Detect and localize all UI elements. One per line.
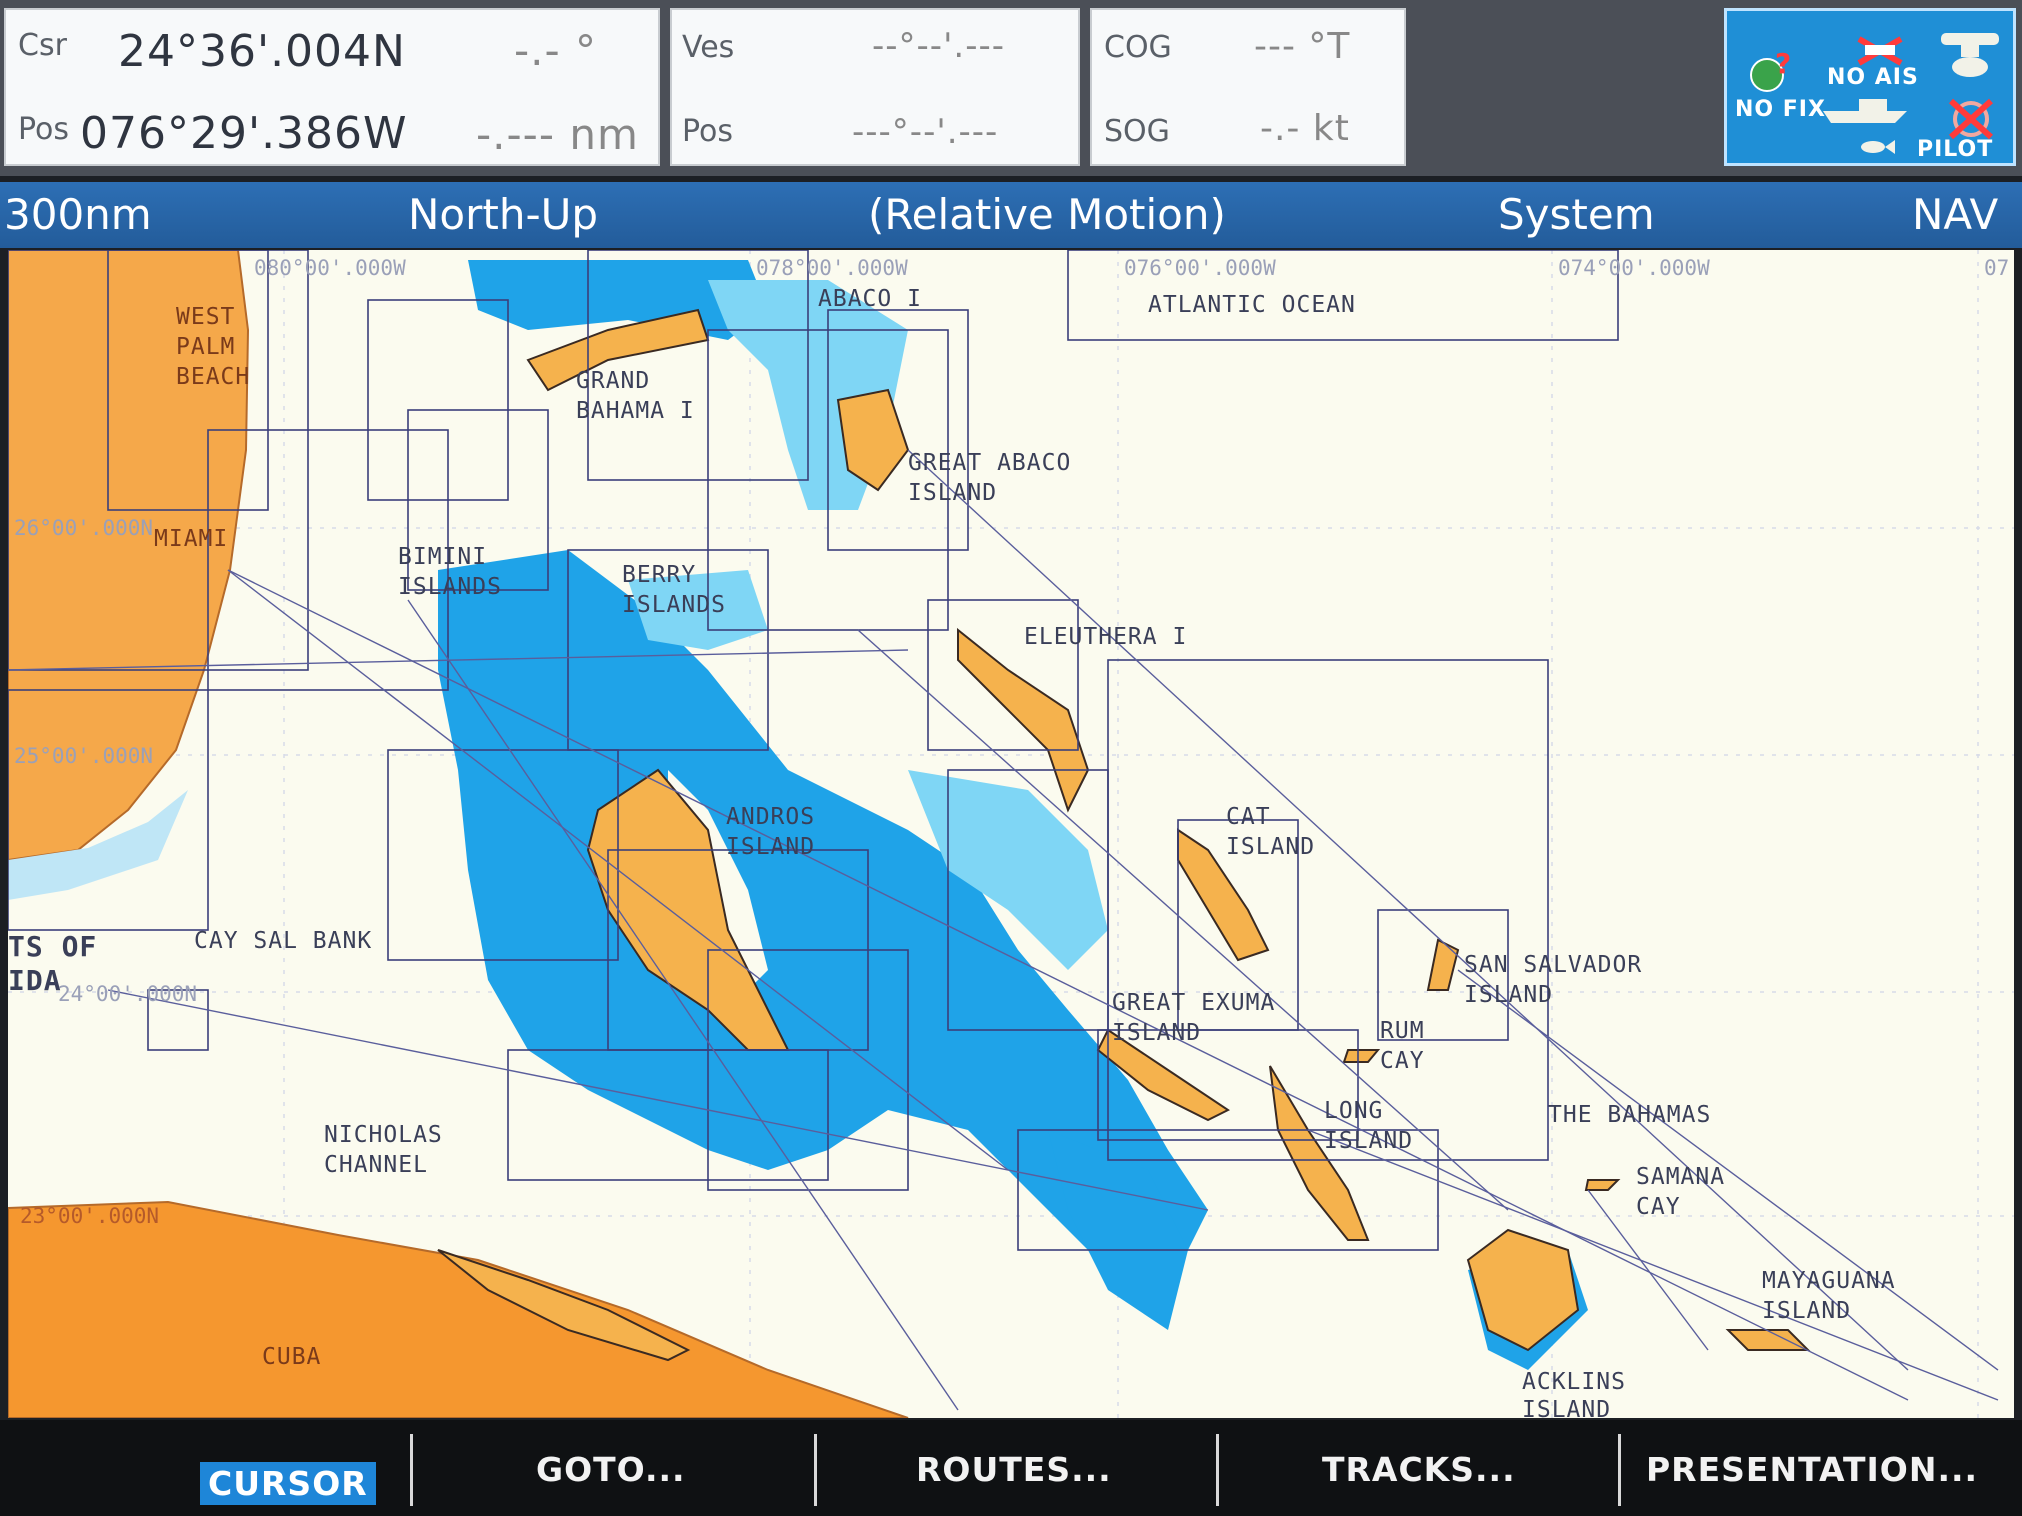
- rum-cay: [1342, 1049, 1381, 1063]
- lon-label-74: 074°00'.000W: [1558, 256, 1710, 280]
- lon-label-76: 076°00'.000W: [1124, 256, 1276, 280]
- datum-system: System: [1498, 190, 1655, 239]
- label-cat-island: CAT ISLAND: [1226, 804, 1316, 860]
- label-west-palm-beach: WEST PALM BEACH: [176, 304, 251, 390]
- satellite-icon: ?: [1750, 51, 1791, 92]
- vessel-longitude: ---°--'.---: [852, 112, 999, 152]
- vpos-label: Pos: [682, 114, 734, 149]
- top-data-bar: Csr 24°36'.004N -.- ° Pos 076°29'.386W -…: [0, 0, 2022, 176]
- tracks-softkey[interactable]: TRACKS...: [1322, 1450, 1516, 1489]
- no-ais-label: NO AIS: [1827, 65, 1919, 90]
- label-grand-bahama: GRAND BAHAMA I: [576, 368, 695, 424]
- chart-drawing[interactable]: [8, 250, 2014, 1418]
- cursor-softkey[interactable]: CURSOR: [200, 1462, 376, 1505]
- san-salvador-island: [1426, 938, 1460, 991]
- cursor-latitude: 24°36'.004N: [118, 26, 406, 77]
- orientation-mode[interactable]: North-Up: [408, 190, 598, 239]
- nav-mode: NAV: [1912, 190, 1999, 239]
- label-bimini: BIMINI ISLANDS: [398, 544, 502, 600]
- label-berry-islands: BERRY ISLANDS: [622, 562, 726, 618]
- chart-status-bar: 300nm North-Up (Relative Motion) System …: [0, 182, 2022, 248]
- label-great-exuma: GREAT EXUMA ISLAND: [1112, 990, 1276, 1046]
- no-fix-label: NO FIX: [1735, 97, 1826, 122]
- cursor-longitude: 076°29'.386W: [80, 108, 408, 159]
- sog-value: -.- kt: [1260, 108, 1350, 149]
- ves-label: Ves: [682, 30, 735, 65]
- lon-label-78: 078°00'.000W: [756, 256, 908, 280]
- boat-icon: [1823, 99, 1907, 123]
- label-samana-cay: SAMANA CAY: [1636, 1164, 1726, 1220]
- label-cay-sal-bank: CAY SAL BANK: [194, 928, 373, 954]
- label-abaco: ABACO I: [818, 286, 922, 312]
- label-mayaguana: MAYAGUANA ISLAND: [1762, 1268, 1896, 1324]
- csr-label: Csr: [18, 28, 67, 63]
- cog-sog-panel[interactable]: COG --- °T SOG -.- kt: [1090, 8, 1406, 166]
- mayaguana-island: [1725, 1329, 1811, 1351]
- cursor-range: -.--- nm: [476, 110, 639, 159]
- cog-label: COG: [1104, 30, 1172, 65]
- cursor-bearing: -.- °: [514, 26, 598, 75]
- svg-text:?: ?: [1775, 51, 1791, 80]
- label-rum-cay: RUM CAY: [1380, 1018, 1425, 1074]
- vessel-latitude: --°--'.---: [872, 26, 1006, 66]
- label-cuba: CUBA: [262, 1344, 322, 1370]
- radar-icon: [1941, 33, 1999, 77]
- label-nicholas-channel: NICHOLAS CHANNEL: [324, 1122, 443, 1178]
- range-indicator[interactable]: 300nm: [4, 190, 152, 239]
- softkey-bar: CURSOR GOTO... ROUTES... TRACKS... PRESE…: [0, 1420, 2022, 1516]
- pos-label: Pos: [18, 112, 70, 147]
- vessel-position-panel[interactable]: Ves --°--'.--- Pos ---°--'.---: [670, 8, 1080, 166]
- cog-value: --- °T: [1254, 26, 1351, 67]
- label-eleuthera: ELEUTHERA I: [1024, 624, 1188, 650]
- chart-map[interactable]: 080°00'.000W 078°00'.000W 076°00'.000W 0…: [8, 250, 2014, 1418]
- label-atlantic-ocean: ATLANTIC OCEAN: [1148, 292, 1356, 318]
- label-andros: ANDROS ISLAND: [726, 804, 816, 860]
- lon-label-80: 080°00'.000W: [254, 256, 406, 280]
- softkey-divider: [1618, 1434, 1621, 1506]
- goto-softkey[interactable]: GOTO...: [536, 1450, 686, 1489]
- sog-label: SOG: [1104, 114, 1170, 149]
- samana-cay: [1584, 1179, 1621, 1191]
- softkey-divider: [410, 1434, 413, 1506]
- lon-label-72: 07: [1984, 256, 2010, 280]
- status-icons-panel[interactable]: ? NO FIX NO AIS PILOT: [1724, 8, 2016, 166]
- motion-mode[interactable]: (Relative Motion): [868, 190, 1226, 239]
- lat-label-23: 23°00'.000N: [20, 1204, 160, 1228]
- routes-softkey[interactable]: ROUTES...: [916, 1450, 1112, 1489]
- label-great-abaco: GREAT ABACO ISLAND: [908, 450, 1072, 506]
- label-straits-of-florida: TS OF IDA: [8, 930, 98, 997]
- softkey-divider: [1216, 1434, 1219, 1506]
- label-san-salvador: SAN SALVADOR ISLAND: [1464, 952, 1643, 1008]
- cuba-landmass: [8, 1200, 909, 1418]
- label-long-island: LONG ISLAND: [1324, 1098, 1414, 1154]
- lat-label-26: 26°00'.000N: [14, 516, 154, 540]
- pilot-label: PILOT: [1917, 137, 1994, 162]
- cursor-position-panel[interactable]: Csr 24°36'.004N -.- ° Pos 076°29'.386W -…: [4, 8, 660, 166]
- label-acklins: ACKLINS ISLAND: [1522, 1369, 1626, 1418]
- presentation-softkey[interactable]: PRESENTATION...: [1646, 1450, 1978, 1489]
- label-the-bahamas: THE BAHAMAS: [1548, 1102, 1712, 1128]
- label-miami: MIAMI: [154, 526, 229, 552]
- softkey-divider: [814, 1434, 817, 1506]
- fish-icon: [1861, 140, 1895, 154]
- lat-label-25: 25°00'.000N: [14, 744, 154, 768]
